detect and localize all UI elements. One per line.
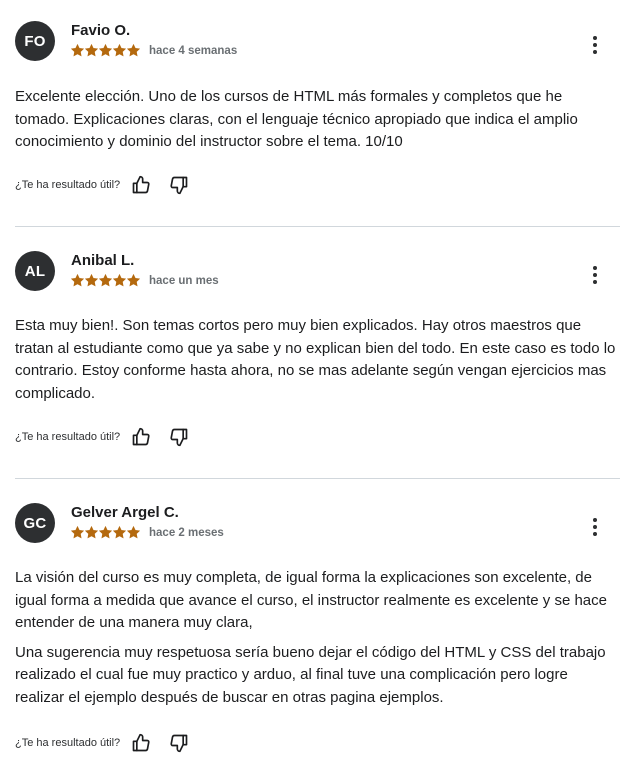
star-icon bbox=[127, 526, 140, 539]
review-meta: hace 2 meses bbox=[71, 526, 224, 539]
review-date: hace 4 semanas bbox=[149, 44, 238, 57]
star-icon bbox=[113, 526, 126, 539]
review-body: La visión del curso es muy completa, de … bbox=[15, 567, 620, 716]
star-icon bbox=[113, 274, 126, 287]
more-options-icon[interactable] bbox=[585, 516, 605, 538]
helpful-label: ¿Te ha resultado útil? bbox=[15, 431, 121, 443]
star-icon bbox=[71, 526, 84, 539]
star-icon bbox=[71, 44, 84, 57]
star-icon bbox=[71, 274, 84, 287]
thumbs-down-icon[interactable] bbox=[168, 174, 190, 196]
review-text: Una sugerencia muy respetuosa sería buen… bbox=[15, 643, 606, 706]
review-author: Anibal L. bbox=[71, 252, 135, 269]
star-icon bbox=[85, 44, 98, 57]
review-meta: hace un mes bbox=[71, 274, 219, 287]
divider bbox=[15, 226, 620, 227]
review-text: Excelente elección. Uno de los cursos de… bbox=[15, 88, 578, 150]
star-icon bbox=[99, 274, 112, 287]
divider bbox=[15, 478, 620, 479]
helpful-row: ¿Te ha resultado útil? bbox=[15, 732, 190, 754]
star-icon bbox=[99, 526, 112, 539]
thumbs-down-icon[interactable] bbox=[168, 426, 190, 448]
review-meta: hace 4 semanas bbox=[71, 44, 237, 57]
review-date: hace un mes bbox=[149, 274, 219, 287]
helpful-label: ¿Te ha resultado útil? bbox=[15, 737, 121, 749]
helpful-label: ¿Te ha resultado útil? bbox=[15, 179, 121, 191]
review-text: La visión del curso es muy completa, de … bbox=[15, 569, 607, 631]
thumbs-up-icon[interactable] bbox=[130, 426, 152, 448]
avatar: AL bbox=[15, 251, 55, 291]
star-icon bbox=[127, 44, 140, 57]
more-options-icon[interactable] bbox=[585, 264, 605, 286]
star-icon bbox=[113, 44, 126, 57]
star-rating bbox=[71, 526, 140, 539]
review-author: Gelver Argel C. bbox=[71, 504, 179, 521]
helpful-row: ¿Te ha resultado útil? bbox=[15, 426, 190, 448]
avatar: GC bbox=[15, 503, 55, 543]
review-author: Favio O. bbox=[71, 22, 131, 39]
thumbs-down-icon[interactable] bbox=[168, 732, 190, 754]
thumbs-up-icon[interactable] bbox=[130, 732, 152, 754]
helpful-row: ¿Te ha resultado útil? bbox=[15, 174, 190, 196]
review-body: Excelente elección. Uno de los cursos de… bbox=[15, 86, 620, 161]
star-rating bbox=[71, 44, 140, 57]
thumbs-up-icon[interactable] bbox=[130, 174, 152, 196]
star-icon bbox=[99, 44, 112, 57]
review-date: hace 2 meses bbox=[149, 526, 224, 539]
review-text: Esta muy bien!. Son temas cortos pero mu… bbox=[15, 317, 616, 402]
more-options-icon[interactable] bbox=[585, 34, 605, 56]
star-rating bbox=[71, 274, 140, 287]
star-icon bbox=[85, 274, 98, 287]
star-icon bbox=[127, 274, 140, 287]
review-body: Esta muy bien!. Son temas cortos pero mu… bbox=[15, 315, 620, 412]
star-icon bbox=[85, 526, 98, 539]
avatar: FO bbox=[15, 21, 55, 61]
